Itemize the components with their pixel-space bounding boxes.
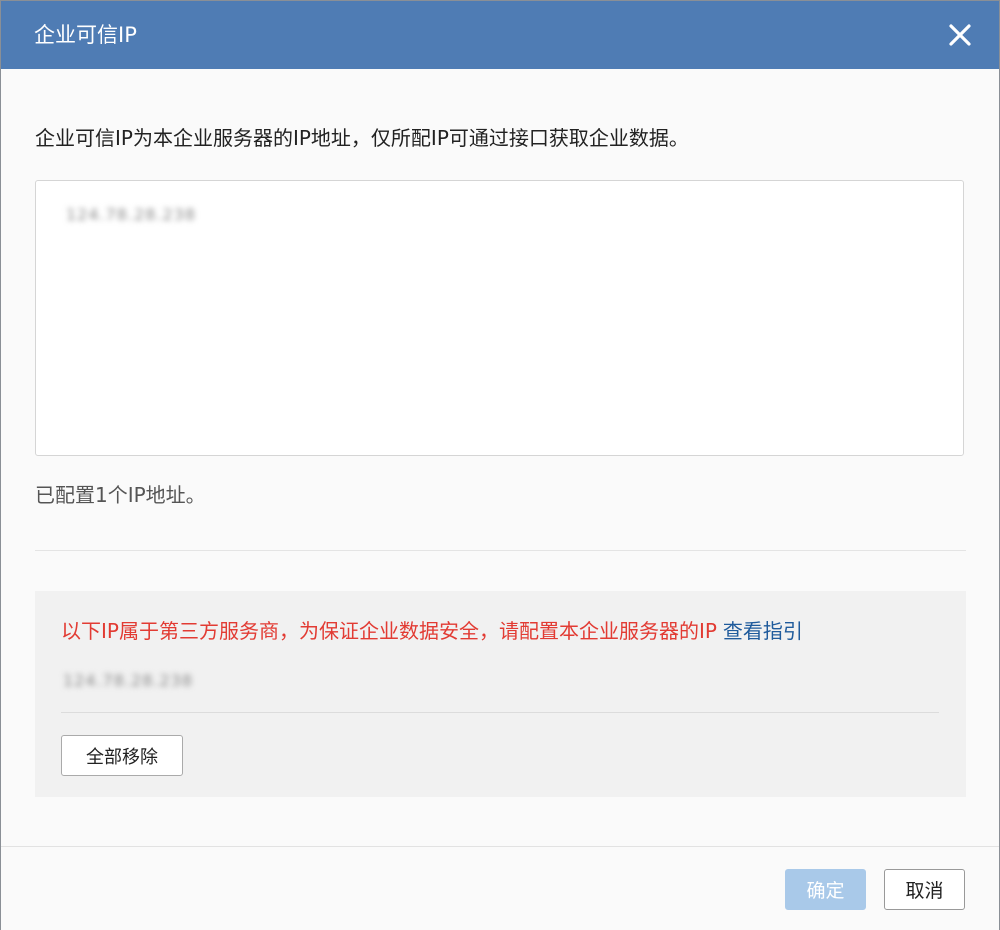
trusted-ip-dialog: 企业可信IP 企业可信IP为本企业服务器的IP地址，仅所配IP可通过接口获取企业… (0, 0, 1000, 930)
dialog-body: 企业可信IP为本企业服务器的IP地址，仅所配IP可通过接口获取企业数据。 124… (1, 69, 999, 846)
warning-text: 以下IP属于第三方服务商，为保证企业数据安全，请配置本企业服务器的IP (61, 619, 717, 643)
cancel-button[interactable]: 取消 (884, 869, 965, 910)
dialog-footer: 确定 取消 (1, 846, 999, 930)
dialog-title: 企业可信IP (34, 23, 137, 47)
close-icon (949, 24, 971, 46)
section-divider (35, 550, 966, 551)
ip-list-value: 124.78.28.238 (66, 205, 197, 224)
dialog-header: 企业可信IP (1, 1, 999, 69)
warning-divider (61, 712, 939, 713)
third-party-warning-box: 以下IP属于第三方服务商，为保证企业数据安全，请配置本企业服务器的IP 查看指引 … (35, 591, 966, 797)
close-button[interactable] (945, 20, 975, 50)
view-guide-link[interactable]: 查看指引 (723, 619, 803, 643)
warning-line: 以下IP属于第三方服务商，为保证企业数据安全，请配置本企业服务器的IP 查看指引 (61, 616, 803, 646)
third-party-ip-value: 124.78.28.238 (63, 671, 194, 690)
description-text: 企业可信IP为本企业服务器的IP地址，仅所配IP可通过接口获取企业数据。 (35, 126, 689, 150)
ip-list-textarea[interactable]: 124.78.28.238 (35, 180, 964, 456)
ok-button[interactable]: 确定 (785, 869, 866, 910)
configured-count-text: 已配置1个IP地址。 (35, 483, 206, 507)
remove-all-button[interactable]: 全部移除 (61, 735, 183, 776)
